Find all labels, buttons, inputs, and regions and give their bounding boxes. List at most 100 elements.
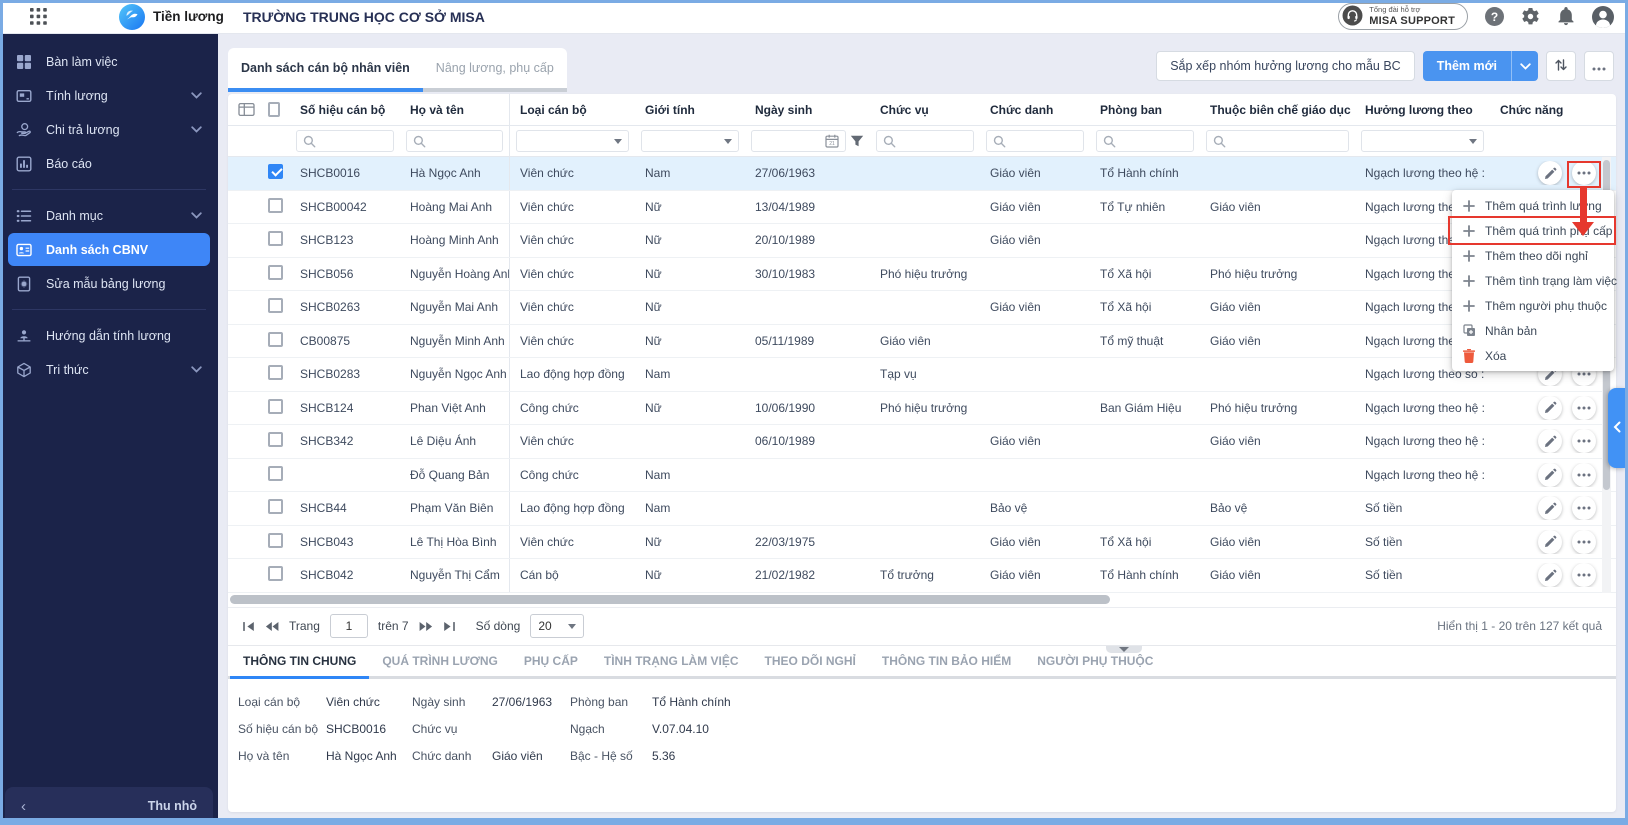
row-checkbox[interactable] [268,231,283,246]
expand-panel-tab[interactable] [1608,388,1625,468]
notification-bell-icon[interactable] [1557,7,1575,26]
detail-tab-nguoi-phu-thuoc[interactable]: NGƯỜI PHỤ THUỘC [1024,646,1166,679]
table-row[interactable]: CB00875Nguyễn Minh AnhViên chứcNữ05/11/1… [228,325,1616,359]
filter-id[interactable] [290,126,400,156]
filter-title[interactable] [980,126,1090,156]
row-edit-button[interactable] [1538,463,1562,487]
row-more-button[interactable] [1572,530,1596,554]
row-edit-button[interactable] [1538,530,1562,554]
filter-dept[interactable] [1090,126,1200,156]
table-row[interactable]: SHCB00042Hoàng Mai AnhViên chứcNữ13/04/1… [228,191,1616,225]
menu-item-xoa[interactable]: Xóa [1452,343,1614,368]
column-picker-icon[interactable] [238,102,255,117]
user-avatar[interactable] [1592,6,1614,28]
search-input[interactable] [1206,130,1349,152]
filter-select[interactable] [1361,130,1484,152]
sidebar-item-huong-dan-tinh-luong[interactable]: Hướng dẫn tính lương [8,319,210,352]
menu-item-them-theo-doi-nghi[interactable]: Thêm theo dõi nghỉ [1452,243,1614,268]
support-button[interactable]: Tổng đài hỗ trợ MISA SUPPORT [1338,3,1468,30]
row-checkbox[interactable] [268,365,283,380]
sort-button[interactable] [1546,51,1576,81]
search-input[interactable] [876,130,974,152]
row-checkbox[interactable] [268,432,283,447]
add-new-dropdown-button[interactable] [1511,51,1538,81]
detail-tab-tinh-trang-lam-viec[interactable]: TÌNH TRẠNG LÀM VIỆC [591,646,752,679]
row-checkbox[interactable] [268,533,283,548]
filter-funnel-icon[interactable] [850,135,864,148]
detail-tab-thong-tin-chung[interactable]: THÔNG TIN CHUNG [230,646,369,679]
misa-logo-icon[interactable] [119,4,145,30]
arrange-salary-groups-button[interactable]: Sắp xếp nhóm hưởng lương cho mẫu BC [1156,51,1414,81]
table-row[interactable]: SHCB342Lê Diệu ÁnhViên chức06/10/1989Giá… [228,425,1616,459]
sidebar-item-bao-cao[interactable]: Báo cáo [8,147,210,180]
filter-salary[interactable] [1355,126,1490,156]
main-tab-nang-luong-phu-cap[interactable]: Nâng lương, phụ cấp [423,48,567,92]
filter-type[interactable] [510,126,635,156]
sidebar-collapse-button[interactable]: ‹ Thu nhỏ [5,787,213,825]
detail-tab-thong-tin-bao-hiem[interactable]: THÔNG TIN BẢO HIỂM [869,646,1024,679]
row-edit-button[interactable] [1538,161,1562,185]
select-all-checkbox[interactable] [268,102,280,117]
rows-per-page-select[interactable]: 20 [530,614,584,638]
prev-page-button[interactable] [265,621,279,632]
row-edit-button[interactable] [1538,429,1562,453]
menu-item-them-nguoi-phu-thuoc[interactable]: Thêm người phụ thuộc [1452,293,1614,318]
search-input[interactable] [406,130,503,152]
detail-tab-qua-trinh-luong[interactable]: QUÁ TRÌNH LƯƠNG [369,646,511,679]
sidebar-item-tinh-luong[interactable]: Tính lương [8,79,210,112]
first-page-button[interactable] [242,621,255,632]
sidebar-item-danh-muc[interactable]: Danh mục [8,199,210,232]
row-edit-button[interactable] [1538,396,1562,420]
table-row[interactable]: Đỗ Quang BảnCông chứcNamNgạch lương theo… [228,459,1616,493]
filter-position[interactable] [870,126,980,156]
menu-item-them-qua-trinh-luong[interactable]: Thêm quá trình lương [1452,193,1614,218]
table-row[interactable]: SHCB44Phạm Văn BiênLao động hợp đồngNamB… [228,492,1616,526]
horizontal-scrollbar-thumb[interactable] [230,595,1110,604]
next-page-button[interactable] [419,621,433,632]
filter-name[interactable] [400,126,510,156]
detail-tab-theo-doi-nghi[interactable]: THEO DÕI NGHỈ [752,646,869,679]
settings-gear-icon[interactable] [1521,7,1540,26]
sidebar-item-tri-thuc[interactable]: Tri thức [8,353,210,386]
filter-select[interactable] [516,130,629,152]
row-more-button[interactable] [1572,463,1596,487]
sidebar-item-ban-lam-viec[interactable]: Bàn làm việc [8,45,210,78]
search-input[interactable] [986,130,1084,152]
menu-item-nhan-ban[interactable]: Nhân bản [1452,318,1614,343]
more-options-button[interactable] [1584,51,1614,81]
row-checkbox[interactable] [268,332,283,347]
row-checkbox[interactable] [268,298,283,313]
main-tab-danh-sach-can-bo-nhan-vien[interactable]: Danh sách cán bộ nhân viên [228,48,423,92]
last-page-button[interactable] [443,621,456,632]
sidebar-item-chi-tra-luong[interactable]: Chi trả lương [8,113,210,146]
table-row[interactable]: SHCB043Lê Thị Hòa BìnhViên chứcNữ22/03/1… [228,526,1616,560]
row-checkbox[interactable] [268,466,283,481]
row-edit-button[interactable] [1538,563,1562,587]
row-checkbox[interactable] [268,566,283,581]
row-more-button[interactable] [1572,429,1596,453]
sidebar-item-danh-sach-cbnv[interactable]: Danh sách CBNV [8,233,210,266]
column-header-check[interactable] [258,102,290,117]
row-checkbox[interactable] [268,265,283,280]
search-input[interactable] [1096,130,1194,152]
horizontal-scrollbar[interactable] [228,593,1616,607]
table-row[interactable]: SHCB0016Hà Ngọc AnhViên chứcNam27/06/196… [228,157,1616,191]
help-icon[interactable]: ? [1485,7,1504,26]
row-edit-button[interactable] [1538,496,1562,520]
row-checkbox[interactable] [268,499,283,514]
row-more-button[interactable] [1572,563,1596,587]
row-checkbox[interactable] [268,399,283,414]
table-row[interactable]: SHCB0283Nguyễn Ngọc AnhLao động hợp đồng… [228,358,1616,392]
table-row[interactable]: SHCB0263Nguyễn Mai AnhViên chứcNữGiáo vi… [228,291,1616,325]
table-row[interactable]: SHCB123Hoàng Minh AnhViên chứcNữ20/10/19… [228,224,1616,258]
row-checkbox[interactable] [268,164,283,179]
apps-grid-icon[interactable] [30,8,47,25]
filter-dob[interactable]: 21 [745,126,870,156]
table-row[interactable]: SHCB056Nguyễn Hoàng AnhViên chứcNữ30/10/… [228,258,1616,292]
row-checkbox[interactable] [268,198,283,213]
row-more-button[interactable] [1572,496,1596,520]
column-header-picker[interactable] [228,102,258,117]
add-new-button[interactable]: Thêm mới [1423,51,1538,81]
row-more-button[interactable] [1572,396,1596,420]
detail-tab-phu-cap[interactable]: PHỤ CẤP [511,646,591,679]
